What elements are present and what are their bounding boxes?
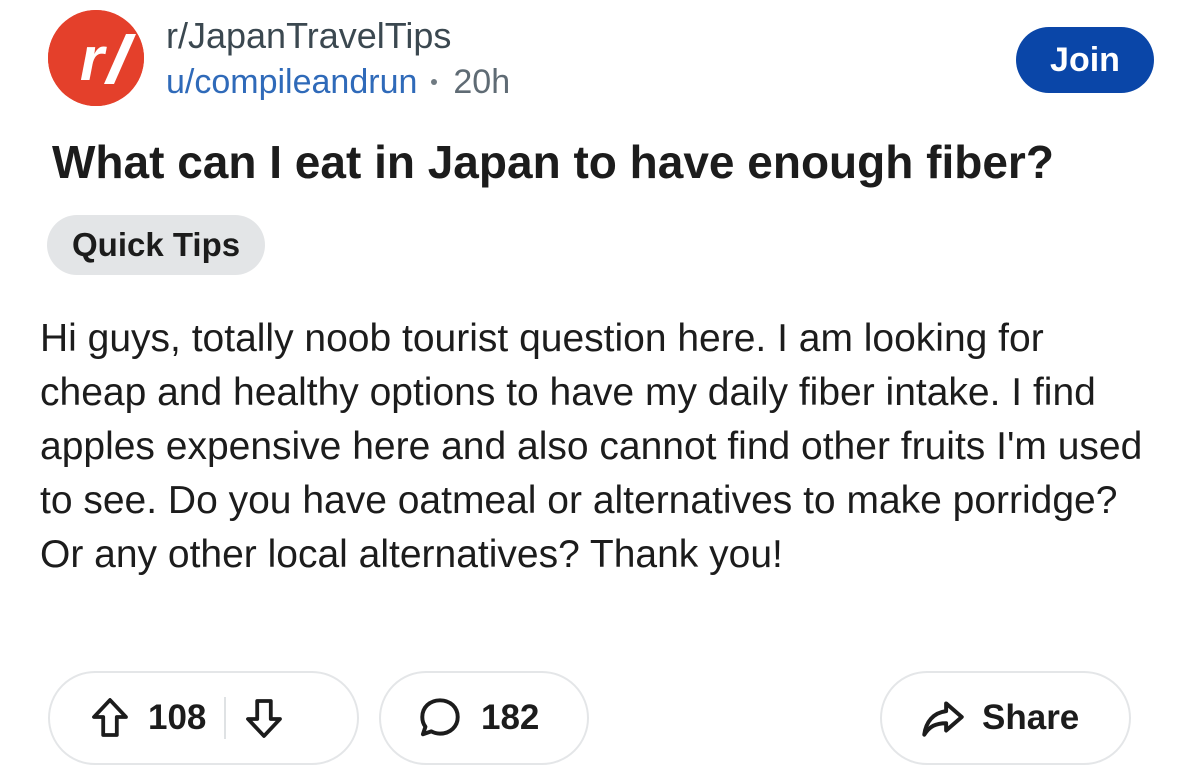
share-label: Share: [982, 698, 1080, 737]
post-time: 20h: [453, 63, 511, 101]
comment-icon-wrap: [415, 693, 465, 743]
svg-text:r: r: [80, 25, 107, 94]
post-flair[interactable]: Quick Tips: [47, 215, 266, 275]
downvote-arrow-icon: [246, 699, 283, 738]
upvote-arrow-icon: [92, 698, 128, 737]
post-title[interactable]: What can I eat in Japan to have enough f…: [52, 132, 1054, 192]
comment-count: 182: [481, 698, 540, 737]
join-button[interactable]: Join: [1016, 27, 1154, 93]
post-meta: r/JapanTravelTips u/compileandrun 20h: [166, 14, 510, 104]
byline: u/compileandrun 20h: [166, 60, 510, 104]
share-arrow-icon: [922, 701, 964, 737]
comments-button[interactable]: 182: [379, 671, 589, 765]
separator-dot: [431, 79, 438, 85]
vote-control: 108: [48, 671, 359, 765]
subreddit-avatar-icon[interactable]: r: [48, 10, 144, 106]
downvote-button[interactable]: [240, 694, 288, 742]
share-icon-wrap: [918, 693, 968, 743]
share-button[interactable]: Share: [880, 671, 1131, 765]
post-body: Hi guys, totally noob tourist question h…: [40, 317, 1143, 576]
upvote-count: 108: [148, 698, 207, 737]
author-username[interactable]: u/compileandrun: [166, 60, 417, 104]
comment-bubble-icon: [420, 698, 460, 737]
subreddit-name[interactable]: r/JapanTravelTips: [166, 14, 510, 58]
vote-divider: [224, 697, 227, 739]
upvote-button[interactable]: [86, 694, 134, 742]
post-card: r r/JapanTravelTips u/compileandrun 20h …: [0, 0, 1179, 772]
